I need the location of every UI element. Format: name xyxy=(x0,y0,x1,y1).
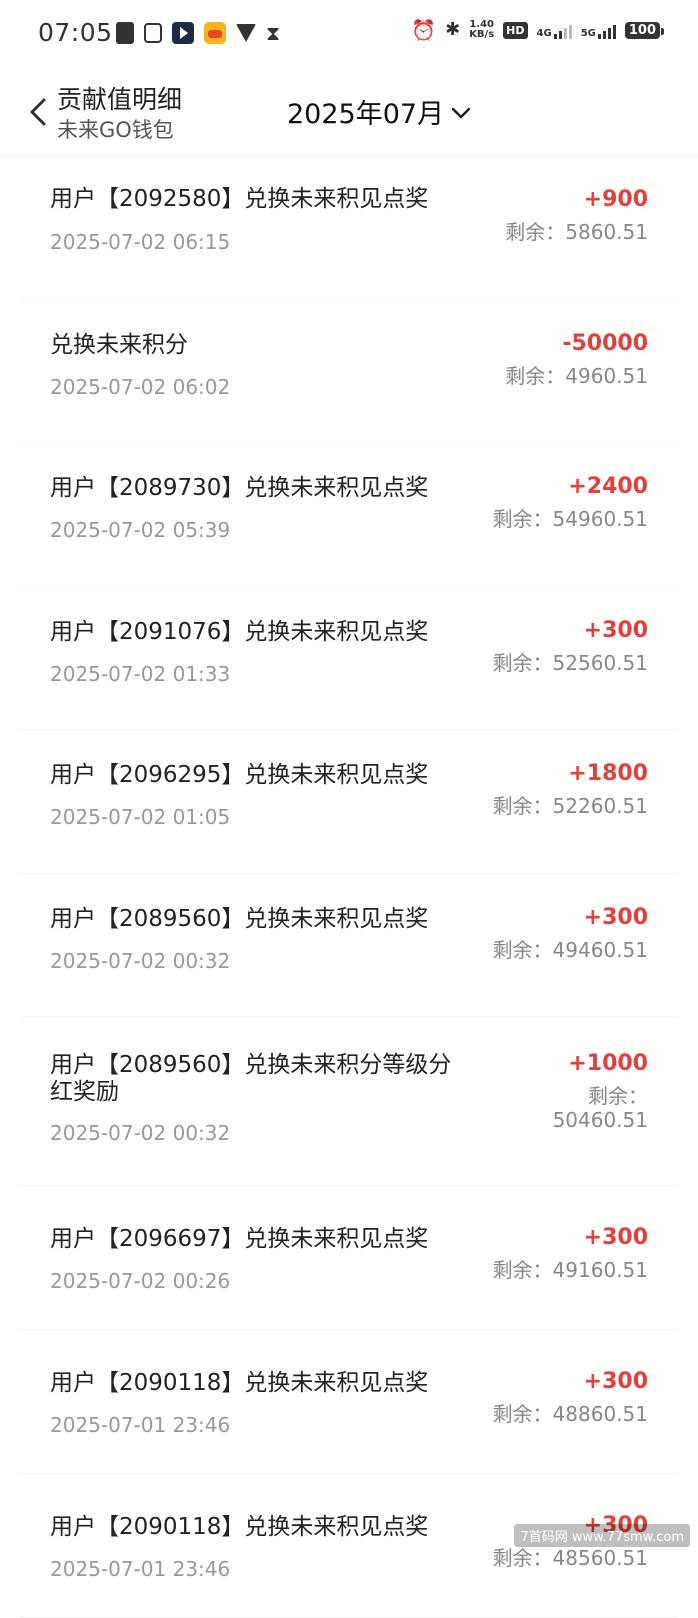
item-date: 2025-07-02 06:02 xyxy=(50,375,231,399)
item-amount: +300 xyxy=(583,618,648,643)
status-bar: 07:05 ⧗ ⏰ ✱ 1.40 KB/s HD 4G 5G 100 xyxy=(0,0,698,68)
list-item[interactable]: 用户【2096697】兑换未来积见点奖 2025-07-02 00:26 +30… xyxy=(20,1186,678,1330)
item-balance: 剩余：52260.51 xyxy=(492,794,648,818)
system-icons: ⏰ ✱ 1.40 KB/s HD 4G 5G 100 xyxy=(411,18,665,42)
item-amount: +300 xyxy=(583,905,648,930)
item-balance: 50460.51 xyxy=(552,1108,648,1132)
item-balance: 剩余：48560.51 xyxy=(492,1546,648,1570)
hourglass-icon: ⧗ xyxy=(266,21,281,45)
list-item[interactable]: 用户【2090118】兑换未来积见点奖 2025-07-01 23:46 +30… xyxy=(20,1330,678,1474)
hd-badge: HD xyxy=(503,21,528,39)
item-balance-label: 剩余： xyxy=(588,1084,648,1108)
item-title: 用户【2090118】兑换未来积见点奖 xyxy=(50,1514,429,1540)
list-item[interactable]: 用户【2089560】兑换未来积分等级分 红奖励 2025-07-02 00:3… xyxy=(20,1017,678,1186)
page-header: 贡献值明细 未来GO钱包 2025年07月 xyxy=(0,68,698,156)
list-item[interactable]: 用户【2089560】兑换未来积见点奖 2025-07-02 00:32 +30… xyxy=(20,874,678,1017)
item-balance: 剩余：5860.51 xyxy=(505,220,648,244)
item-date: 2025-07-02 06:15 xyxy=(50,230,231,254)
bluetooth-icon: ✱ xyxy=(445,19,461,40)
back-button[interactable] xyxy=(26,94,52,130)
shield-icon xyxy=(236,24,256,42)
item-amount: +900 xyxy=(583,187,648,212)
chevron-down-icon xyxy=(451,107,471,118)
item-title: 兑换未来积分 xyxy=(50,332,188,358)
transaction-list: 用户【2092580】兑换未来积见点奖 2025-07-02 06:15 +90… xyxy=(0,157,698,1618)
notification-icons: ⧗ xyxy=(116,22,280,44)
item-date: 2025-07-02 01:05 xyxy=(50,805,231,829)
item-title: 用户【2091076】兑换未来积见点奖 xyxy=(50,619,429,645)
vpn-icon xyxy=(144,23,162,43)
item-date: 2025-07-02 01:33 xyxy=(50,662,231,686)
page-title: 贡献值明细 xyxy=(57,85,183,114)
watermark: 7首码网 www.77smw.com xyxy=(514,1524,690,1547)
battery-icon: 100 xyxy=(624,21,665,39)
item-amount: +2400 xyxy=(568,474,648,499)
month-label: 2025年07月 xyxy=(287,99,445,130)
item-title: 用户【2096697】兑换未来积见点奖 xyxy=(50,1226,429,1252)
item-title: 用户【2090118】兑换未来积见点奖 xyxy=(50,1370,429,1396)
list-item[interactable]: 兑换未来积分 2025-07-02 06:02 -50000 剩余：4960.5… xyxy=(20,300,678,443)
sim2-type: 5G xyxy=(580,28,596,39)
item-date: 2025-07-02 05:39 xyxy=(50,518,231,542)
speed-unit: KB/s xyxy=(469,29,495,40)
item-amount: +300 xyxy=(583,1225,648,1250)
network-speed: 1.40 KB/s xyxy=(469,20,494,40)
month-selector[interactable]: 2025年07月 xyxy=(287,92,472,131)
item-amount: +300 xyxy=(583,1369,648,1394)
list-item[interactable]: 用户【2092580】兑换未来积见点奖 2025-07-02 06:15 +90… xyxy=(20,157,678,300)
page-subtitle: 未来GO钱包 xyxy=(57,118,174,142)
item-date: 2025-07-01 23:46 xyxy=(50,1557,231,1581)
item-title: 用户【2092580】兑换未来积见点奖 xyxy=(50,186,429,212)
item-balance: 剩余：49160.51 xyxy=(492,1258,648,1282)
app-notification-icon xyxy=(204,22,226,44)
item-balance: 剩余：48860.51 xyxy=(492,1402,648,1426)
status-time: 07:05 xyxy=(38,18,113,47)
item-date: 2025-07-02 00:32 xyxy=(50,1121,231,1145)
item-amount: -50000 xyxy=(562,331,648,356)
player-app-icon xyxy=(172,22,194,44)
signal-1-icon xyxy=(553,21,572,39)
item-title-line2: 红奖励 xyxy=(50,1079,119,1105)
item-amount: +1000 xyxy=(568,1051,648,1076)
item-title: 用户【2096295】兑换未来积见点奖 xyxy=(50,762,429,788)
item-amount: +1800 xyxy=(568,761,648,786)
item-date: 2025-07-01 23:46 xyxy=(50,1413,231,1437)
item-title: 用户【2089730】兑换未来积见点奖 xyxy=(50,475,429,501)
list-item[interactable]: 用户【2091076】兑换未来积见点奖 2025-07-02 01:33 +30… xyxy=(20,587,678,730)
clipboard-icon xyxy=(116,22,134,44)
item-title: 用户【2089560】兑换未来积见点奖 xyxy=(50,906,429,932)
item-date: 2025-07-02 00:26 xyxy=(50,1269,231,1293)
chevron-left-icon xyxy=(30,98,46,126)
list-item[interactable]: 用户【2089730】兑换未来积见点奖 2025-07-02 05:39 +24… xyxy=(20,443,678,587)
item-balance: 剩余：4960.51 xyxy=(505,364,648,388)
signal-2-icon xyxy=(597,21,616,39)
sim1-network: 4G xyxy=(537,21,572,39)
item-date: 2025-07-02 00:32 xyxy=(50,949,231,973)
item-balance: 剩余：52560.51 xyxy=(492,651,648,675)
list-item[interactable]: 用户【2096295】兑换未来积见点奖 2025-07-02 01:05 +18… xyxy=(20,730,678,874)
item-balance: 剩余：49460.51 xyxy=(492,938,648,962)
item-title: 用户【2089560】兑换未来积分等级分 xyxy=(50,1052,452,1078)
alarm-icon: ⏰ xyxy=(411,18,437,42)
sim1-type: 4G xyxy=(536,28,552,39)
sim2-network: 5G xyxy=(581,21,616,39)
item-balance: 剩余：54960.51 xyxy=(492,507,648,531)
